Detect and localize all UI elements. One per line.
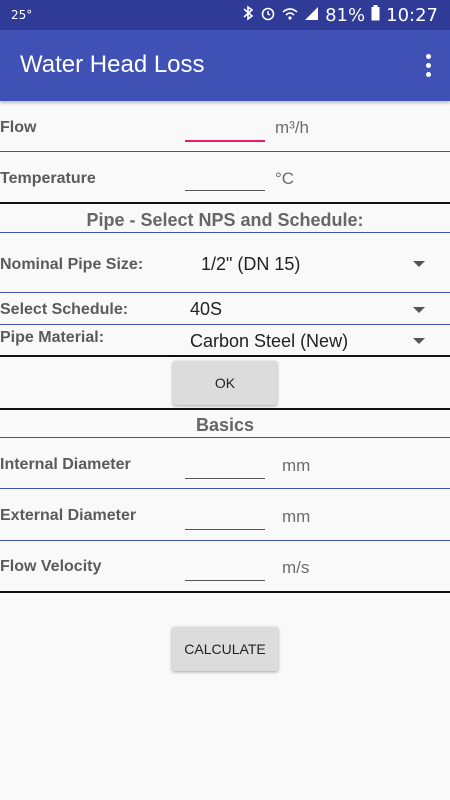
dropdown-arrow-icon	[413, 261, 425, 267]
flow-velocity-unit: m/s	[282, 558, 310, 577]
flow-input[interactable]	[185, 118, 265, 142]
app-bar: Water Head Loss	[0, 30, 450, 101]
divider	[0, 488, 450, 489]
status-bar: 25° 81% 10:27	[0, 0, 450, 30]
flow-unit: m³/h	[275, 118, 309, 137]
battery-icon	[371, 4, 380, 26]
divider	[0, 232, 450, 233]
divider	[0, 324, 450, 325]
dropdown-arrow-icon	[413, 338, 425, 344]
calculate-button[interactable]: CALCULATE	[172, 627, 278, 671]
internal-diameter-label: Internal Diameter	[0, 456, 131, 473]
divider	[0, 355, 450, 357]
status-time: 10:27	[386, 4, 438, 26]
divider	[0, 292, 450, 293]
divider	[0, 408, 450, 410]
nominal-pipe-size-value: 1/2" (DN 15)	[201, 254, 301, 274]
temperature-unit: °C	[275, 169, 295, 188]
divider	[0, 591, 450, 593]
internal-diameter-unit: mm	[282, 456, 311, 475]
external-diameter-label: External Diameter	[0, 507, 137, 524]
flow-velocity-input[interactable]	[185, 558, 265, 581]
external-diameter-input[interactable]	[185, 507, 265, 530]
temperature-input[interactable]	[185, 168, 265, 191]
basics-section-heading: Basics	[195, 415, 255, 435]
flow-velocity-label: Flow Velocity	[0, 558, 102, 575]
schedule-value: 40S	[190, 299, 223, 319]
dropdown-arrow-icon	[413, 307, 425, 313]
schedule-select[interactable]: 40S	[185, 295, 440, 323]
status-icons: 81% 10:27	[242, 4, 438, 26]
flow-label: Flow	[0, 119, 37, 136]
divider	[0, 151, 450, 152]
divider	[0, 437, 450, 438]
divider	[0, 202, 450, 204]
material-value: Carbon Steel (New)	[190, 331, 349, 351]
nominal-pipe-size-select[interactable]: 1/2" (DN 15)	[185, 244, 440, 284]
external-diameter-unit: mm	[282, 507, 311, 526]
material-label: Pipe Material:	[0, 329, 105, 346]
signal-icon	[304, 5, 319, 26]
nominal-pipe-size-label: Nominal Pipe Size:	[0, 256, 144, 273]
status-temperature: 25°	[11, 8, 33, 22]
internal-diameter-input[interactable]	[185, 456, 265, 479]
more-vert-icon[interactable]	[424, 54, 432, 78]
divider	[0, 540, 450, 541]
alarm-icon	[260, 5, 276, 26]
pipe-section-heading: Pipe - Select NPS and Schedule:	[86, 210, 364, 230]
bluetooth-icon	[242, 5, 254, 25]
wifi-icon	[282, 5, 298, 26]
battery-level: 81%	[325, 4, 366, 26]
ok-button[interactable]: OK	[173, 361, 277, 405]
app-title: Water Head Loss	[20, 51, 205, 78]
material-select[interactable]: Carbon Steel (New)	[185, 327, 440, 355]
temperature-label: Temperature	[0, 170, 96, 187]
schedule-label: Select Schedule:	[0, 301, 129, 318]
